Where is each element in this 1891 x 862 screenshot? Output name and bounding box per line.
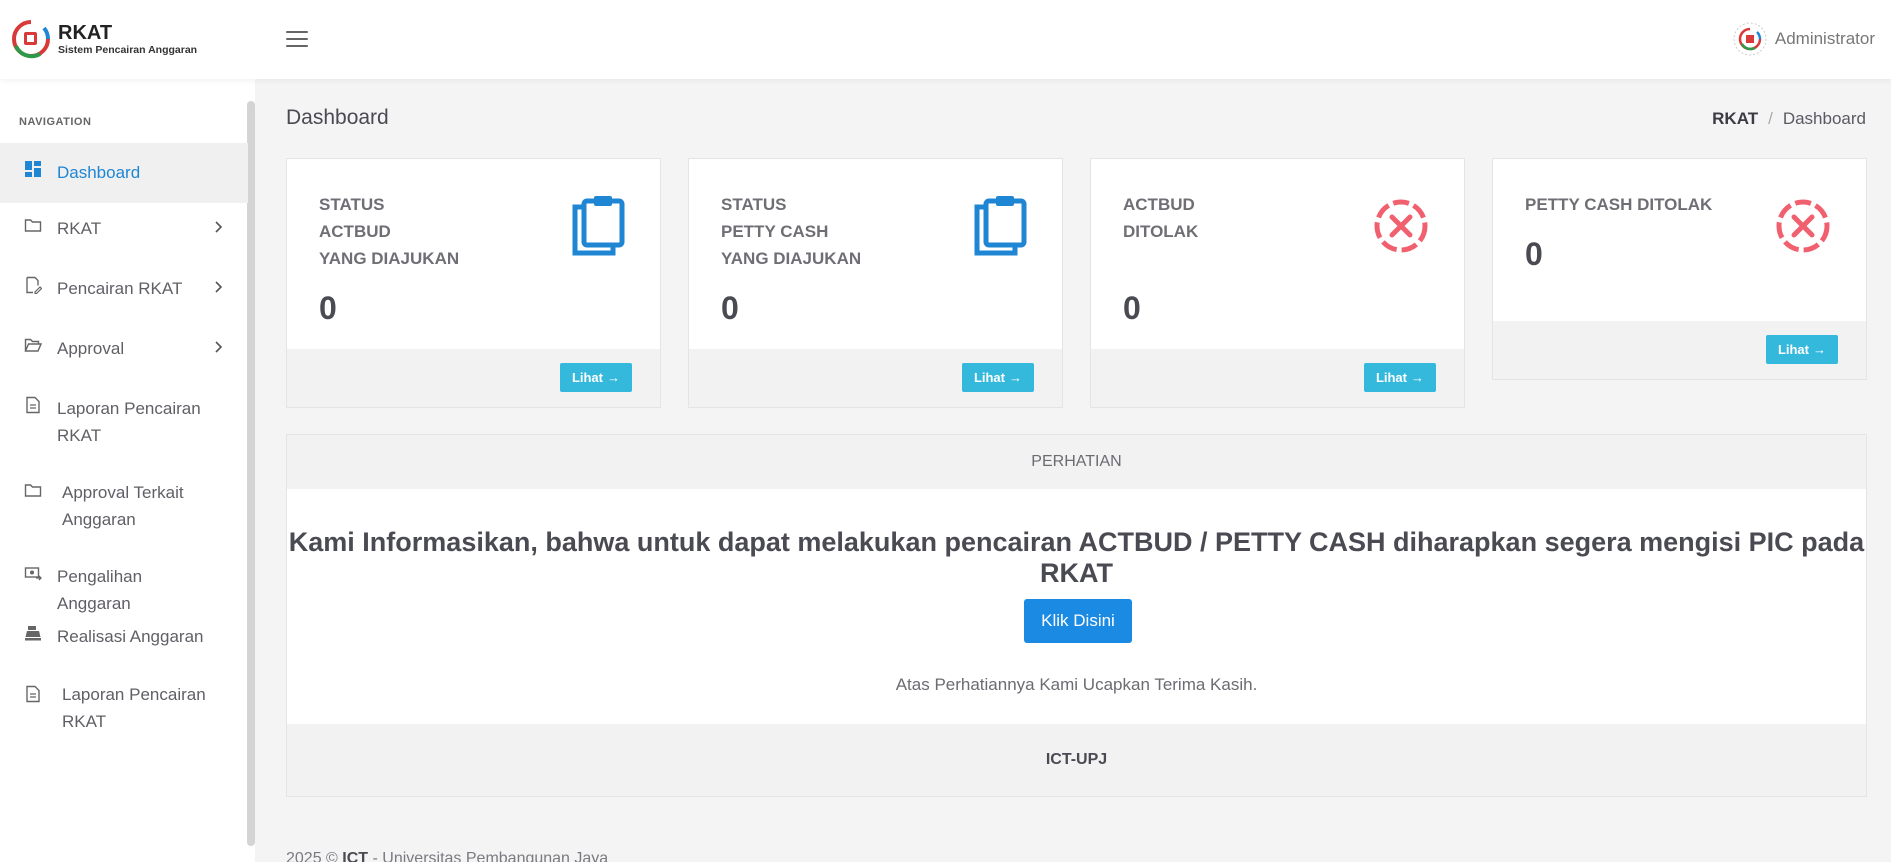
chevron-right-icon bbox=[215, 221, 223, 233]
rejected-circle-icon bbox=[1776, 199, 1830, 253]
chevron-right-icon bbox=[215, 341, 223, 353]
sidebar-item-approval-terkait-anggaran[interactable]: Approval Terkait Anggaran bbox=[0, 479, 248, 539]
clipboard-icon bbox=[974, 196, 1027, 256]
click-here-button[interactable]: Klik Disini bbox=[1024, 599, 1132, 643]
sidebar-item-label: Dashboard bbox=[57, 163, 141, 182]
chevron-right-icon bbox=[215, 281, 223, 293]
card-value: 0 bbox=[721, 290, 739, 326]
sidebar-item-approval[interactable]: Approval bbox=[0, 335, 248, 375]
footer-org: - Universitas Pembangunan Jaya bbox=[372, 850, 609, 862]
document-icon bbox=[26, 685, 40, 703]
view-petty-cash-ditolak-button[interactable]: Lihat → bbox=[1765, 335, 1838, 364]
brand-title: RKAT bbox=[58, 22, 113, 44]
sidebar-item-label: Realisasi Anggaran bbox=[57, 627, 204, 646]
arrow-right-icon: → bbox=[607, 370, 620, 385]
dashboard-icon bbox=[25, 161, 41, 177]
sidebar-scrollbar[interactable] bbox=[247, 101, 255, 846]
sidebar-item-label: Laporan Pencairan RKAT bbox=[57, 399, 201, 445]
breadcrumb-root-link[interactable]: RKAT bbox=[1712, 109, 1758, 129]
arrow-right-icon: → bbox=[1411, 370, 1424, 385]
rejected-circle-icon bbox=[1374, 199, 1428, 253]
top-bar: RKAT Sistem Pencairan Anggaran Administr… bbox=[0, 0, 1891, 79]
clipboard-icon bbox=[572, 196, 625, 256]
breadcrumb-current: Dashboard bbox=[1782, 109, 1866, 128]
money-transfer-icon bbox=[24, 567, 42, 581]
page-title: Dashboard bbox=[286, 106, 389, 129]
card-actbud-ditolak: ACTBUD DITOLAK 0 Lihat → bbox=[1090, 158, 1465, 408]
sidebar-item-laporan-pencairan-rkat[interactable]: Laporan Pencairan RKAT bbox=[0, 395, 248, 455]
user-menu[interactable]: Administrator bbox=[1733, 22, 1875, 56]
sidebar-item-pencairan-rkat[interactable]: Pencairan RKAT bbox=[0, 275, 248, 315]
nav-heading: NAVIGATION bbox=[19, 116, 92, 128]
notice-heading: PERHATIAN bbox=[287, 435, 1866, 489]
sidebar-item-label: Approval Terkait Anggaran bbox=[62, 483, 184, 529]
card-title: STATUS ACTBUD YANG DIAJUKAN bbox=[319, 195, 460, 268]
brand[interactable]: RKAT Sistem Pencairan Anggaran bbox=[10, 18, 197, 60]
card-title: ACTBUD DITOLAK bbox=[1123, 195, 1199, 241]
notice-footer: ICT-UPJ bbox=[287, 724, 1866, 796]
sidebar-item-rkat[interactable]: RKAT bbox=[0, 215, 248, 255]
menu-toggle-icon[interactable] bbox=[286, 31, 308, 47]
notice-thanks: Atas Perhatiannya Kami Ucapkan Terima Ka… bbox=[895, 675, 1258, 694]
sidebar-item-label: RKAT bbox=[57, 219, 102, 238]
sidebar-item-label: Laporan Pencairan RKAT bbox=[62, 685, 206, 731]
sidebar-item-pengalihan-anggaran[interactable]: Pengalihan Anggaran bbox=[0, 563, 248, 613]
user-name: Administrator bbox=[1774, 29, 1875, 48]
card-title: STATUS PETTY CASH YANG DIAJUKAN bbox=[721, 195, 862, 268]
notice-panel: PERHATIAN Kami Informasikan, bahwa untuk… bbox=[286, 434, 1867, 797]
button-label: Lihat bbox=[973, 370, 1005, 385]
breadcrumb-separator: / bbox=[1768, 109, 1773, 128]
card-value: 0 bbox=[319, 290, 337, 326]
view-actbud-ditolak-button[interactable]: Lihat → bbox=[1363, 363, 1436, 392]
folder-open-icon bbox=[24, 338, 42, 352]
view-actbud-button[interactable]: Lihat → bbox=[559, 363, 632, 392]
breadcrumb: RKAT / Dashboard bbox=[1712, 109, 1866, 129]
arrow-right-icon: → bbox=[1009, 370, 1022, 385]
sidebar-item-label: Pencairan RKAT bbox=[57, 279, 183, 298]
folder-icon bbox=[24, 484, 42, 497]
card-petty-cash-ditolak: PETTY CASH DITOLAK 0 Lihat → bbox=[1492, 158, 1867, 380]
button-label: Lihat bbox=[571, 370, 603, 385]
card-title: PETTY CASH DITOLAK bbox=[1525, 195, 1713, 214]
folder-icon bbox=[24, 219, 42, 232]
card-value: 0 bbox=[1123, 290, 1141, 326]
avatar bbox=[1733, 22, 1767, 56]
file-edit-icon bbox=[26, 276, 42, 294]
button-label: Lihat bbox=[1777, 342, 1809, 357]
cash-register-icon bbox=[25, 626, 41, 641]
card-status-actbud: STATUS ACTBUD YANG DIAJUKAN 0 Lihat → bbox=[286, 158, 661, 408]
sidebar: NAVIGATION Dashboard RKAT Pencairan RKAT… bbox=[0, 79, 255, 862]
brand-logo-icon bbox=[12, 20, 51, 59]
brand-subtitle: Sistem Pencairan Anggaran bbox=[58, 44, 198, 56]
view-petty-cash-button[interactable]: Lihat → bbox=[961, 363, 1034, 392]
button-label: Lihat bbox=[1375, 370, 1407, 385]
arrow-right-icon: → bbox=[1813, 342, 1826, 357]
page-footer: 2025 © ICT - Universitas Pembangunan Jay… bbox=[286, 850, 608, 862]
sidebar-item-realisasi-anggaran[interactable]: Realisasi Anggaran bbox=[0, 623, 248, 663]
sidebar-item-label: Approval bbox=[57, 339, 125, 358]
footer-brand-link[interactable]: ICT bbox=[342, 850, 368, 862]
document-icon bbox=[26, 396, 40, 414]
notice-message: Kami Informasikan, bahwa untuk dapat mel… bbox=[288, 527, 1865, 588]
footer-copyright: 2025 © bbox=[286, 850, 338, 862]
card-status-petty-cash: STATUS PETTY CASH YANG DIAJUKAN 0 Lihat → bbox=[688, 158, 1063, 408]
sidebar-item-laporan-pencairan-rkat-2[interactable]: Laporan Pencairan RKAT bbox=[0, 681, 248, 741]
sidebar-item-dashboard[interactable]: Dashboard bbox=[0, 143, 248, 203]
sidebar-item-label: Pengalihan Anggaran bbox=[57, 567, 143, 613]
